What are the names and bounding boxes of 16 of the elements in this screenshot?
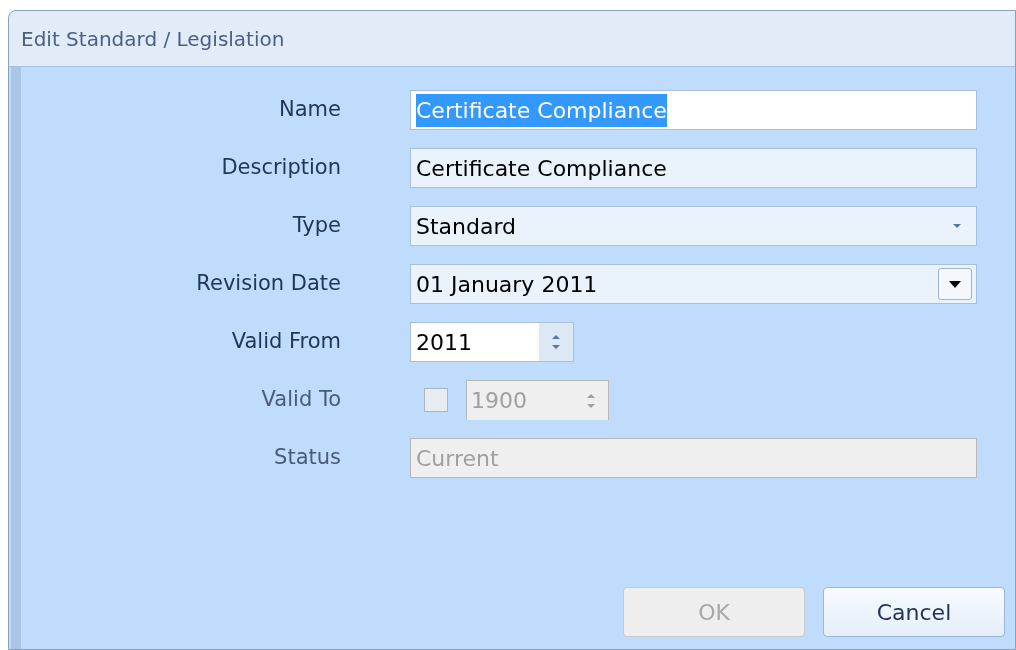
cancel-button[interactable]: Cancel: [823, 587, 1005, 637]
text-field[interactable]: Certificate Compliance: [410, 148, 977, 188]
date-picker[interactable]: 01 January 2011: [410, 264, 977, 304]
field-label: Description: [220, 154, 341, 182]
window-title: Edit Standard / Legislation: [21, 25, 285, 53]
field-label: Status: [273, 444, 341, 472]
field-label: Name: [278, 96, 341, 124]
year-spinner[interactable]: 2011: [410, 322, 574, 362]
field-label: Valid From: [230, 328, 341, 356]
calendar-dropdown-button[interactable]: [938, 268, 972, 300]
field-label: Type: [291, 212, 341, 240]
type-dropdown[interactable]: Standard: [410, 206, 977, 246]
caret-icon: [948, 279, 962, 289]
caret-icon[interactable]: [951, 222, 963, 230]
field-label: Revision Date: [195, 270, 341, 298]
field-label: Valid To: [260, 386, 341, 414]
